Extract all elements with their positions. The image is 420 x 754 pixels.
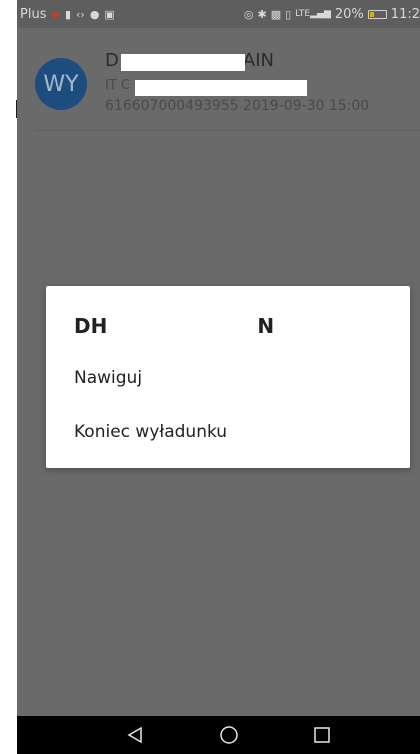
item-title-suffix: AIN: [242, 50, 274, 71]
vibrate-icon: ▯: [285, 7, 292, 21]
list-divider: [35, 130, 420, 131]
back-icon: [127, 726, 142, 744]
bluetooth-icon: ✱: [257, 7, 267, 21]
avatar: WY: [35, 58, 87, 110]
status-bar: Plus ◆ ▮ ‹› ● ▣ ◎ ✱ ▩ ▯ LTE▂▄▆ 20% 11:2: [17, 0, 420, 28]
battery-percent: 20%: [334, 6, 364, 22]
carrier-label: Plus: [20, 6, 47, 22]
status-bar-left: Plus ◆ ▮ ‹› ● ▣: [17, 7, 115, 22]
gallery-icon: ▣: [104, 7, 115, 21]
redaction-dialog-title: [108, 314, 258, 340]
status-bar-right: ◎ ✱ ▩ ▯ LTE▂▄▆ 20% 11:2: [244, 7, 420, 22]
recents-icon: [314, 727, 330, 743]
network-label: LTE: [295, 8, 311, 19]
sync-icon: ‹›: [76, 7, 85, 21]
menu-item-end-unloading[interactable]: Koniec wyładunku: [74, 422, 227, 442]
phone-screen: Plus ◆ ▮ ‹› ● ▣ ◎ ✱ ▩ ▯ LTE▂▄▆ 20% 11:2 …: [17, 0, 420, 754]
left-edge: [0, 0, 17, 754]
battery-icon: [367, 9, 387, 19]
list-item[interactable]: WY D AIN IT C 616607000493955 2019-09-30 …: [17, 28, 420, 130]
dialog-title-prefix: DH: [74, 314, 108, 338]
item-title-prefix: D: [105, 50, 119, 71]
clock: 11:2: [390, 6, 420, 22]
item-meta: 616607000493955 2019-09-30 15:00: [105, 98, 370, 114]
notification-icon: ▮: [64, 7, 71, 21]
home-button[interactable]: [204, 716, 254, 754]
redaction-subtitle: [135, 80, 307, 96]
nfc-icon: ▩: [270, 7, 282, 21]
navigation-bar: [17, 716, 420, 754]
action-dialog: DH N Nawiguj Koniec wyładunku: [46, 286, 410, 468]
chat-icon: ●: [89, 7, 100, 21]
recents-button[interactable]: [297, 716, 347, 754]
dialog-title-suffix: N: [257, 314, 275, 338]
item-subtitle: IT C: [105, 78, 130, 93]
signal-icon: LTE▂▄▆: [295, 8, 331, 19]
redaction-title: [121, 54, 245, 71]
home-icon: [220, 726, 238, 744]
notification-app-icon: ◆: [51, 7, 60, 21]
back-button[interactable]: [110, 716, 160, 754]
location-icon: ◎: [243, 7, 254, 21]
menu-item-navigate[interactable]: Nawiguj: [74, 368, 142, 388]
item-subtitle-prefix: IT C: [105, 78, 130, 93]
